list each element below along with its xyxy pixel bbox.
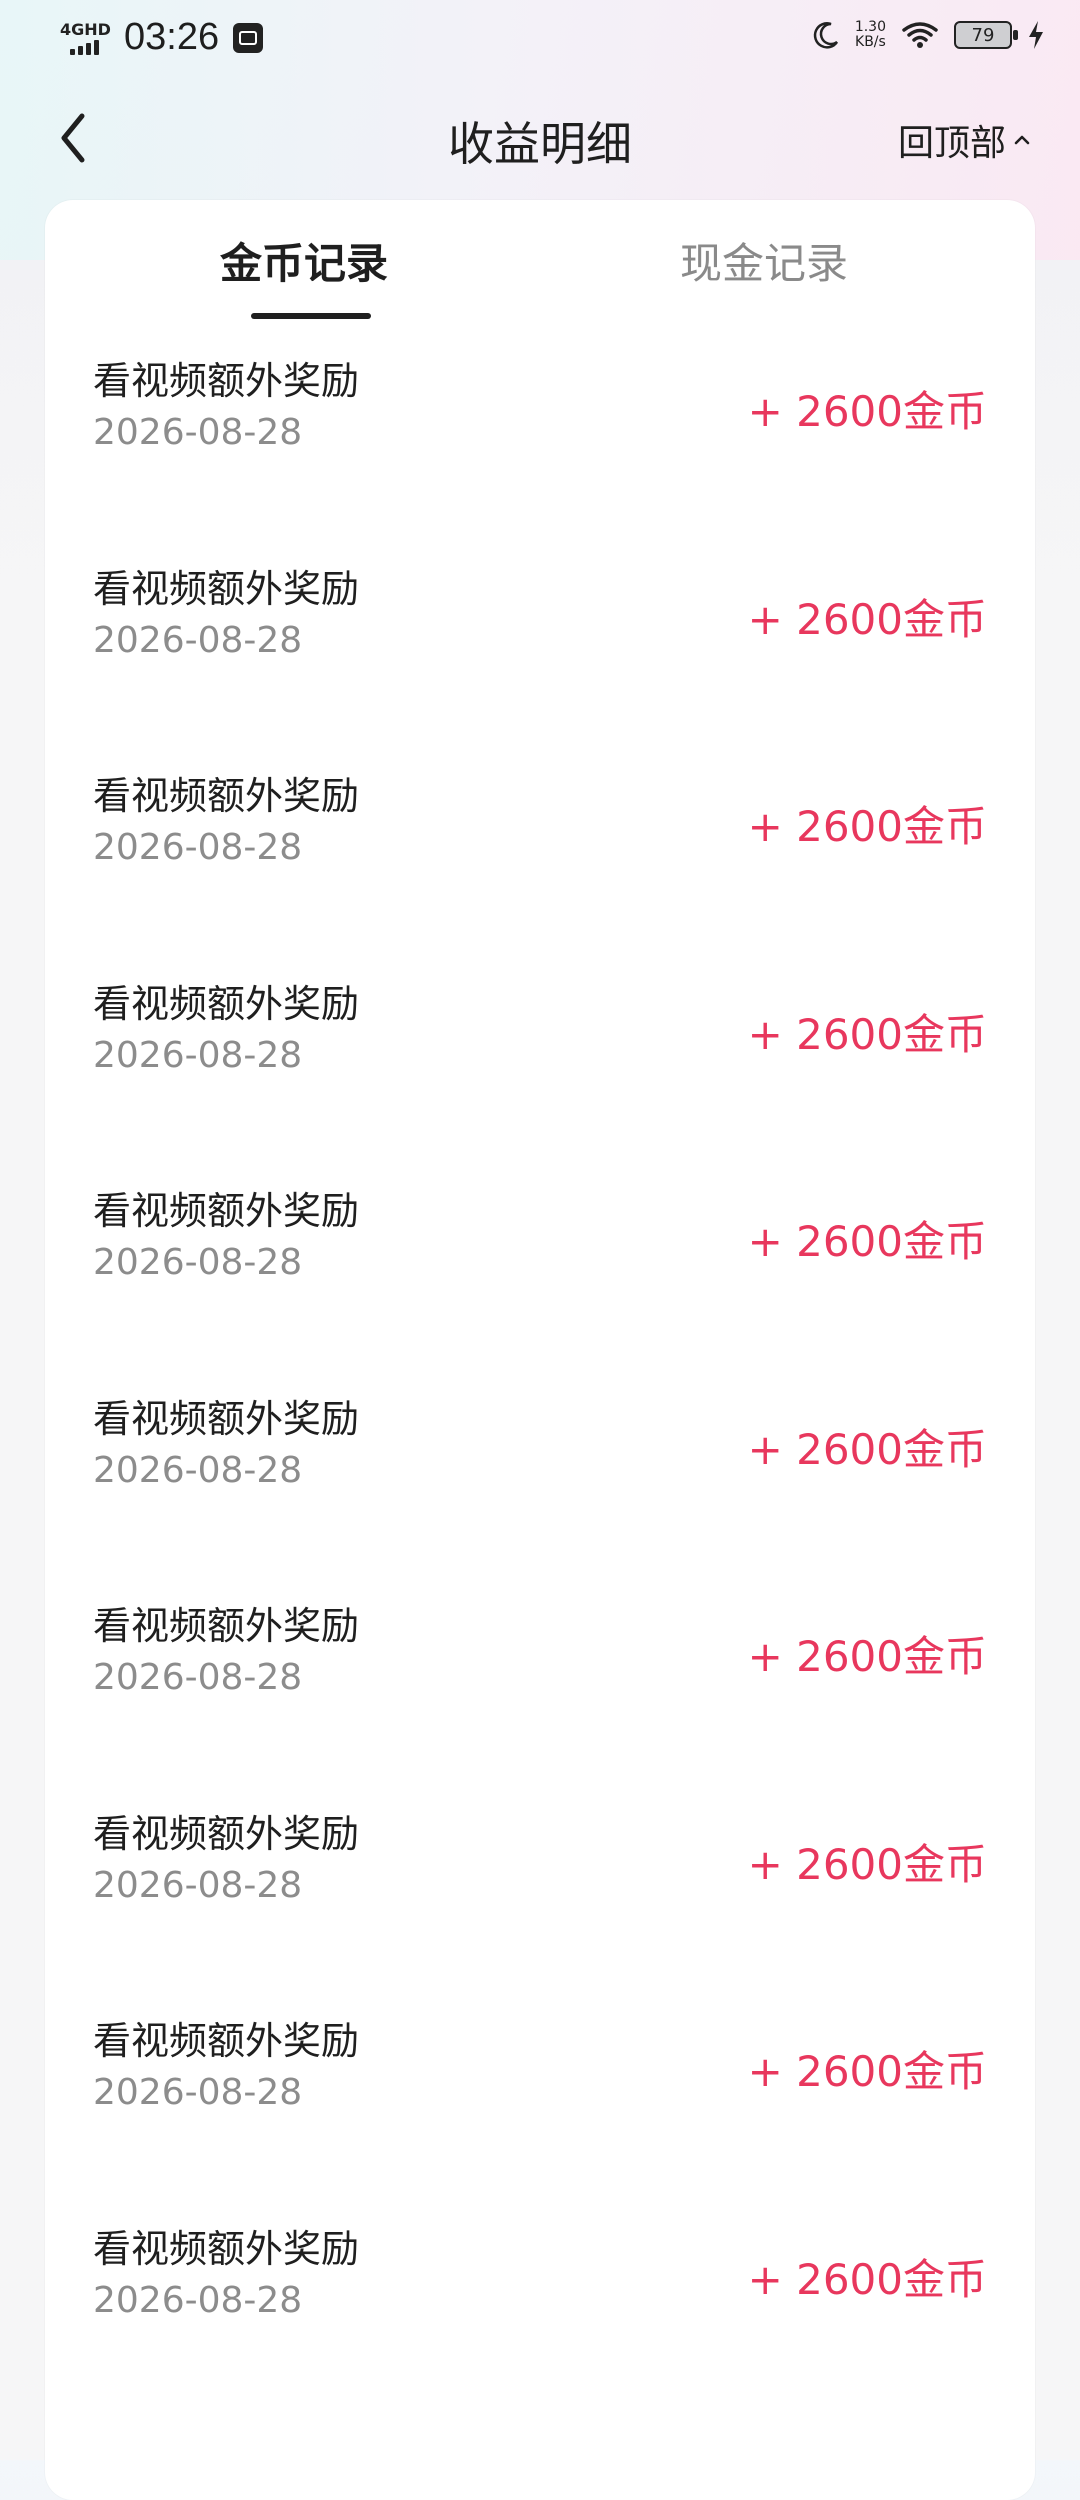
back-to-top-button[interactable]: 回顶部 <box>898 114 1032 166</box>
signal-bars-icon <box>70 39 99 55</box>
record-title: 看视频额外奖励 <box>93 566 360 611</box>
back-to-top-label: 回顶部 <box>897 123 1006 164</box>
record-title: 看视频额外奖励 <box>93 1811 360 1856</box>
battery-level: 79 <box>971 24 995 46</box>
record-amount: + 2600金币 <box>747 594 987 644</box>
record-date: 2026-08-28 <box>93 2072 303 2113</box>
record-date: 2026-08-28 <box>93 1864 303 1906</box>
record-amount: + 2600金币 <box>747 1217 987 1266</box>
app-header: 收益明细 回顶部 <box>0 90 1080 190</box>
network-speed: 1.30 KB/s <box>855 20 886 50</box>
record-title: 看视频额外奖励 <box>93 2226 360 2271</box>
record-tabs: 金币记录 现金记录 <box>45 200 1035 320</box>
tab-cash-records[interactable]: 现金记录 <box>680 230 848 291</box>
network-speed-value: 1.30 <box>854 19 886 35</box>
list-item: 看视频额外奖励 2026-08-28 + 2600金币 <box>45 1575 1035 1783</box>
record-date: 2026-08-28 <box>93 412 303 453</box>
record-date: 2026-08-28 <box>93 1449 303 1491</box>
signal-icon: 4GHD <box>60 18 111 58</box>
wifi-icon <box>902 22 938 48</box>
status-bar: 4GHD 03:26 1.30 KB/s 79 <box>0 0 1080 80</box>
list-item: 看视频额外奖励 2026-08-28 + 2600金币 <box>45 1368 1035 1576</box>
list-item: 看视频额外奖励 2026-08-28 + 2600金币 <box>45 2198 1035 2406</box>
tab-coin-records[interactable]: 金币记录 <box>220 230 388 291</box>
record-date: 2026-08-28 <box>93 1242 303 1283</box>
record-title: 看视频额外奖励 <box>93 981 360 1026</box>
record-title: 看视频额外奖励 <box>93 774 360 818</box>
battery-icon: 79 <box>954 21 1018 49</box>
list-item: 看视频额外奖励 2026-08-28 + 2600金币 <box>45 1990 1035 2198</box>
record-amount: + 2600金币 <box>747 2254 987 2304</box>
record-title: 看视频额外奖励 <box>93 359 360 403</box>
do-not-disturb-moon-icon <box>813 22 838 49</box>
record-amount: + 2600金币 <box>747 1424 987 1474</box>
records-list: 看视频额外奖励 2026-08-28 + 2600金币 看视频额外奖励 2026… <box>45 330 1035 2405</box>
list-item: 看视频额外奖励 2026-08-28 + 2600金币 <box>45 1783 1035 1991</box>
record-title: 看视频额外奖励 <box>93 1189 360 1233</box>
record-amount: + 2600金币 <box>747 387 987 436</box>
status-bar-left: 4GHD 03:26 <box>60 16 264 59</box>
record-date: 2026-08-28 <box>93 2279 303 2321</box>
chevron-up-icon <box>1014 135 1030 145</box>
records-card: 金币记录 现金记录 看视频额外奖励 2026-08-28 + 2600金币 看视… <box>45 200 1035 2500</box>
record-amount: + 2600金币 <box>747 1839 987 1889</box>
list-item: 看视频额外奖励 2026-08-28 + 2600金币 <box>45 745 1035 953</box>
record-date: 2026-08-28 <box>93 1034 303 1076</box>
record-title: 看视频额外奖励 <box>93 1604 360 1648</box>
record-title: 看视频额外奖励 <box>93 2019 360 2063</box>
record-amount: + 2600金币 <box>747 1632 987 1681</box>
record-date: 2026-08-28 <box>93 1657 303 1698</box>
status-bar-right: 1.30 KB/s 79 <box>811 20 1046 50</box>
active-tab-indicator <box>251 313 371 319</box>
record-date: 2026-08-28 <box>93 619 303 661</box>
list-item: 看视频额外奖励 2026-08-28 + 2600金币 <box>45 953 1035 1161</box>
status-time: 03:26 <box>124 16 220 58</box>
list-item: 看视频额外奖励 2026-08-28 + 2600金币 <box>45 330 1035 538</box>
network-speed-unit: KB/s <box>855 34 886 50</box>
list-item: 看视频额外奖励 2026-08-28 + 2600金币 <box>45 1160 1035 1368</box>
record-title: 看视频额外奖励 <box>93 1396 360 1441</box>
network-type: 4GHD <box>60 19 111 39</box>
record-amount: + 2600金币 <box>747 802 987 851</box>
list-item: 看视频额外奖励 2026-08-28 + 2600金币 <box>45 538 1035 746</box>
record-amount: + 2600金币 <box>747 2047 987 2096</box>
charging-bolt-icon <box>1029 21 1043 49</box>
gallery-notification-icon <box>233 22 264 53</box>
record-amount: + 2600金币 <box>747 1009 987 1059</box>
record-date: 2026-08-28 <box>93 827 303 868</box>
